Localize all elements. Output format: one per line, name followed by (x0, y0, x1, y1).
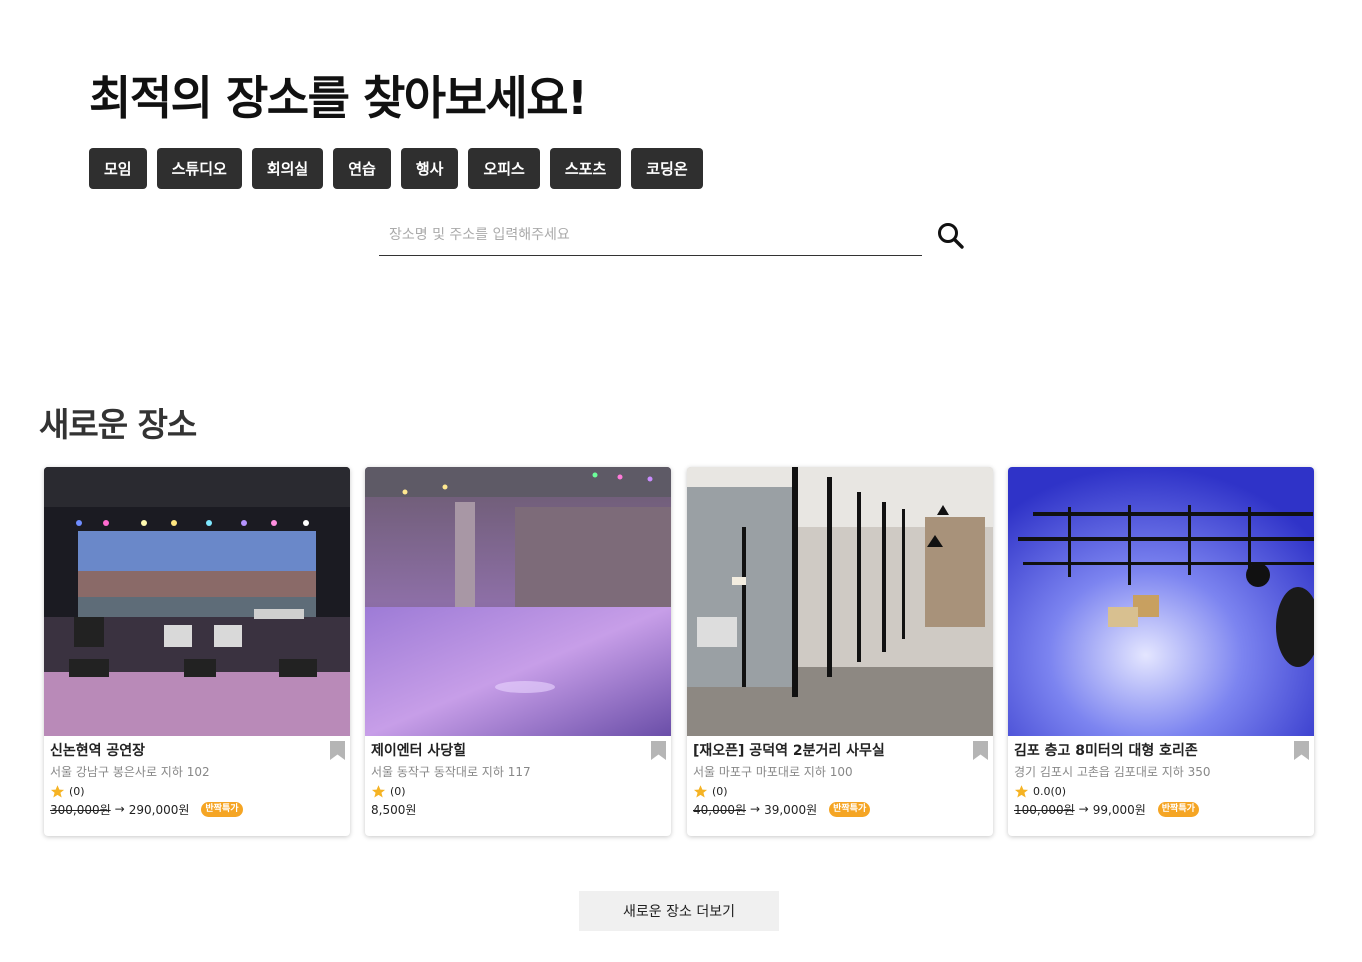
category-button-codingon[interactable]: 코딩온 (631, 148, 703, 189)
bookmark-icon[interactable] (330, 741, 345, 760)
category-button-event[interactable]: 행사 (400, 148, 459, 189)
search-icon (938, 223, 964, 249)
place-image (687, 467, 993, 736)
bookmark-icon[interactable] (973, 741, 988, 760)
place-image (44, 467, 350, 736)
flash-sale-badge: 반짝특가 (201, 801, 243, 817)
rating-value: (0) (390, 784, 406, 798)
section-title: 새로운 장소 (39, 405, 197, 444)
sale-price: 290,000원 (128, 802, 190, 817)
category-button-meeting-room[interactable]: 회의실 (251, 148, 324, 189)
place-rating: (0) (50, 782, 344, 800)
sale-price: 99,000원 (1092, 802, 1146, 817)
search-button[interactable] (935, 220, 967, 252)
place-price: 8,500원 (371, 800, 665, 818)
price-arrow: → (750, 802, 761, 816)
price-arrow: → (114, 802, 125, 816)
place-address: 서울 강남구 봉은사로 지하 102 (50, 765, 210, 779)
rating-value: (0) (712, 784, 728, 798)
original-price: 100,000원 (1014, 802, 1075, 817)
page-title: 최적의 장소를 찾아보세요! (89, 71, 588, 125)
place-name[interactable]: 신논현역 공연장 (50, 740, 344, 762)
star-icon (693, 784, 708, 797)
category-list: 모임 스튜디오 회의실 연습 행사 오피스 스포츠 코딩온 (89, 148, 703, 189)
place-rating: (0) (371, 782, 665, 800)
place-card[interactable]: 김포 층고 8미터의 대형 호리존 경기 김포시 고촌읍 김포대로 지하 350… (1008, 467, 1314, 836)
more-places-button[interactable]: 새로운 장소 더보기 (579, 891, 779, 931)
star-icon (50, 784, 65, 797)
category-button-sports[interactable]: 스포츠 (549, 148, 622, 189)
place-price: 40,000원 → 39,000원 반짝특가 (693, 800, 987, 818)
category-button-practice[interactable]: 연습 (333, 148, 391, 189)
flash-sale-badge: 반짝특가 (829, 801, 871, 817)
bookmark-icon[interactable] (651, 741, 666, 760)
place-address: 경기 김포시 고촌읍 김포대로 지하 350 (1014, 765, 1211, 779)
place-rating: (0) (693, 782, 987, 800)
place-card[interactable]: 신논현역 공연장 서울 강남구 봉은사로 지하 102 (0) 300,000원… (44, 467, 350, 836)
original-price: 40,000원 (693, 802, 747, 817)
place-price: 300,000원 → 290,000원 반짝특가 (50, 800, 344, 818)
place-card-list: 신논현역 공연장 서울 강남구 봉은사로 지하 102 (0) 300,000원… (39, 462, 1319, 841)
search-input[interactable] (379, 214, 922, 255)
category-button-studio[interactable]: 스튜디오 (156, 148, 242, 189)
place-address: 서울 마포구 마포대로 지하 100 (693, 765, 853, 779)
place-name[interactable]: 김포 층고 8미터의 대형 호리존 (1014, 740, 1308, 762)
search-bar (379, 214, 922, 256)
place-image (365, 467, 671, 736)
place-card[interactable]: 제이엔터 사당힐 서울 동작구 동작대로 지하 117 (0) 8,500원 (365, 467, 671, 836)
place-rating: 0.0(0) (1014, 782, 1308, 800)
category-button-gathering[interactable]: 모임 (89, 148, 147, 189)
place-image (1008, 467, 1314, 736)
sale-price: 39,000원 (764, 802, 818, 817)
price-arrow: → (1078, 802, 1089, 816)
place-price: 100,000원 → 99,000원 반짝특가 (1014, 800, 1308, 818)
flash-sale-badge: 반짝특가 (1157, 801, 1199, 817)
place-name[interactable]: 제이엔터 사당힐 (371, 740, 665, 762)
star-icon (1014, 784, 1029, 797)
rating-value: 0.0(0) (1033, 784, 1067, 798)
bookmark-icon[interactable] (1294, 741, 1309, 760)
place-address: 서울 동작구 동작대로 지하 117 (371, 765, 531, 779)
place-card[interactable]: [재오픈] 공덕역 2분거리 사무실 서울 마포구 마포대로 지하 100 (0… (687, 467, 993, 836)
category-button-office[interactable]: 오피스 (468, 148, 540, 189)
rating-value: (0) (69, 784, 85, 798)
sale-price: 8,500원 (371, 802, 417, 817)
original-price: 300,000원 (50, 802, 111, 817)
place-name[interactable]: [재오픈] 공덕역 2분거리 사무실 (693, 740, 987, 762)
star-icon (371, 784, 386, 797)
